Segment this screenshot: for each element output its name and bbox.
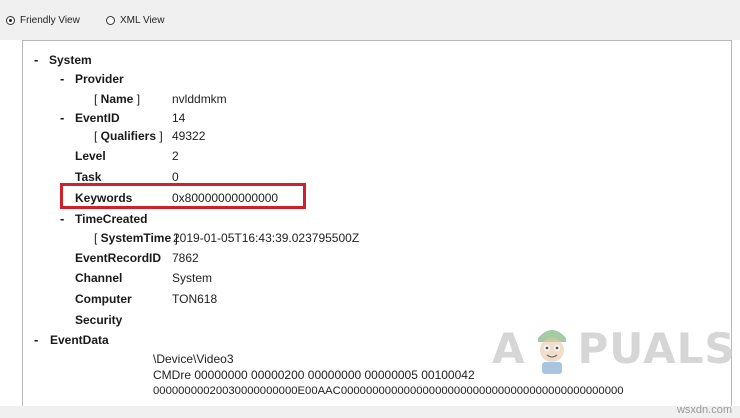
- eventid-label: EventID: [75, 111, 120, 125]
- logo-text-left: A: [492, 323, 526, 373]
- collapse-provider-toggle[interactable]: -: [60, 72, 64, 86]
- task-value: 0: [172, 170, 179, 184]
- collapse-eventdata-toggle[interactable]: -: [34, 333, 38, 347]
- task-label: Task: [75, 170, 102, 184]
- radio-selected-icon: [6, 16, 15, 25]
- security-label: Security: [75, 313, 123, 327]
- name-value: nvlddmkm: [172, 92, 227, 106]
- name-attribute-label: [ Name ]: [94, 92, 141, 106]
- xml-view-label: XML View: [120, 15, 165, 26]
- eventid-value: 14: [172, 111, 186, 125]
- eventrecordid-value: 7862: [172, 251, 199, 265]
- keywords-highlight-box: [60, 183, 306, 209]
- eventdata-node-label: EventData: [50, 333, 109, 347]
- channel-label: Channel: [75, 271, 123, 285]
- computer-value: TON618: [172, 292, 218, 306]
- view-switcher: Friendly View XML View: [0, 0, 740, 40]
- channel-value: System: [172, 271, 213, 285]
- mascot-icon: [537, 330, 566, 374]
- systemtime-attribute-label: [ SystemTime ]: [94, 231, 178, 245]
- provider-node-label: Provider: [75, 72, 124, 86]
- eventdata-line-2: CMDre 00000000 00000200 00000000 0000000…: [153, 368, 475, 382]
- friendly-view-radio[interactable]: Friendly View: [6, 15, 80, 26]
- qualifiers-attribute-text: Qualifiers: [100, 129, 157, 143]
- xml-view-radio[interactable]: XML View: [106, 15, 164, 26]
- appuals-logo: A PUALS: [492, 320, 736, 376]
- level-value: 2: [172, 149, 179, 163]
- systemtime-value: 2019-01-05T16:43:39.023795500Z: [173, 231, 360, 245]
- timecreated-label: TimeCreated: [75, 212, 148, 226]
- collapse-system-toggle[interactable]: -: [34, 53, 38, 67]
- systemtime-attribute-text: SystemTime: [100, 231, 172, 245]
- qualifiers-attribute-label: [ Qualifiers ]: [94, 129, 163, 143]
- system-node-label: System: [49, 53, 92, 67]
- eventrecordid-label: EventRecordID: [75, 251, 162, 265]
- eventdata-line-3: 00000000020030000000000E00AAC00000000000…: [153, 385, 624, 397]
- eventdata-line-1: \Device\Video3: [153, 352, 234, 366]
- level-label: Level: [75, 149, 106, 163]
- radio-unselected-icon: [106, 16, 115, 25]
- logo-text-right: PUALS: [577, 323, 736, 373]
- bottom-strip: [0, 406, 740, 418]
- friendly-view-label: Friendly View: [20, 15, 80, 26]
- qualifiers-value: 49322: [172, 129, 206, 143]
- name-attribute-text: Name: [100, 92, 134, 106]
- collapse-timecreated-toggle[interactable]: -: [60, 212, 64, 226]
- watermark-text: wsxdn.com: [676, 404, 732, 416]
- computer-label: Computer: [75, 292, 132, 306]
- collapse-eventid-toggle[interactable]: -: [60, 111, 64, 125]
